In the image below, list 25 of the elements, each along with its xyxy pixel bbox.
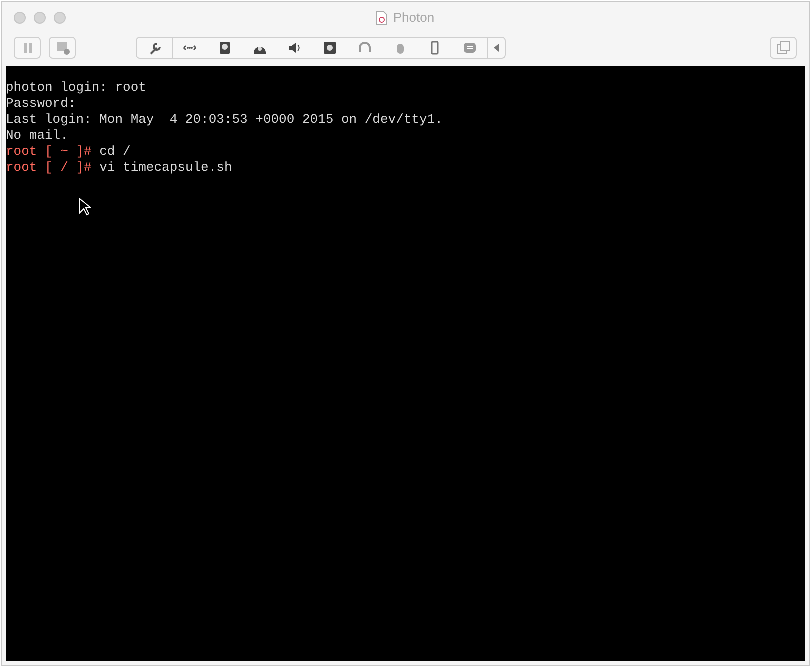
terminal-line: No mail. bbox=[6, 128, 70, 144]
command-text: cd / bbox=[98, 144, 131, 159]
document-icon bbox=[376, 10, 388, 26]
terminal-screen[interactable]: photon login: root Password: Last login: Mon May 4 20:03:53 +0000 2015 on /dev/tty1. No mail. root [ ~ ]# cd / root [ / ]# vi timecapsule.sh bbox=[6, 66, 805, 661]
pause-icon bbox=[22, 42, 34, 54]
zoom-button[interactable] bbox=[54, 12, 66, 24]
terminal-line: Last login: Mon May 4 20:03:53 +0000 2015 on /dev/tty1. bbox=[6, 112, 444, 128]
headphones-icon bbox=[358, 41, 372, 55]
windows-icon bbox=[776, 41, 790, 55]
terminal-line: Password: bbox=[6, 96, 78, 112]
pause-button[interactable] bbox=[14, 37, 41, 59]
command-text: vi timecapsule.sh bbox=[98, 160, 232, 175]
caret-icon bbox=[492, 43, 500, 53]
shell-prompt: root [ ~ ]# bbox=[6, 144, 92, 159]
mouse-pointer-icon bbox=[79, 198, 91, 216]
terminal-line: photon login: root bbox=[6, 80, 148, 96]
shell-prompt: root [ / ]# bbox=[6, 160, 92, 175]
speaker-icon bbox=[288, 41, 302, 55]
close-button[interactable] bbox=[14, 12, 26, 24]
wrench-icon bbox=[148, 41, 162, 55]
snapshot-button[interactable] bbox=[49, 37, 76, 59]
camera-icon bbox=[322, 41, 336, 55]
window-title: Photon bbox=[393, 9, 435, 28]
minimize-button[interactable] bbox=[34, 12, 46, 24]
window-button[interactable] bbox=[770, 37, 797, 59]
